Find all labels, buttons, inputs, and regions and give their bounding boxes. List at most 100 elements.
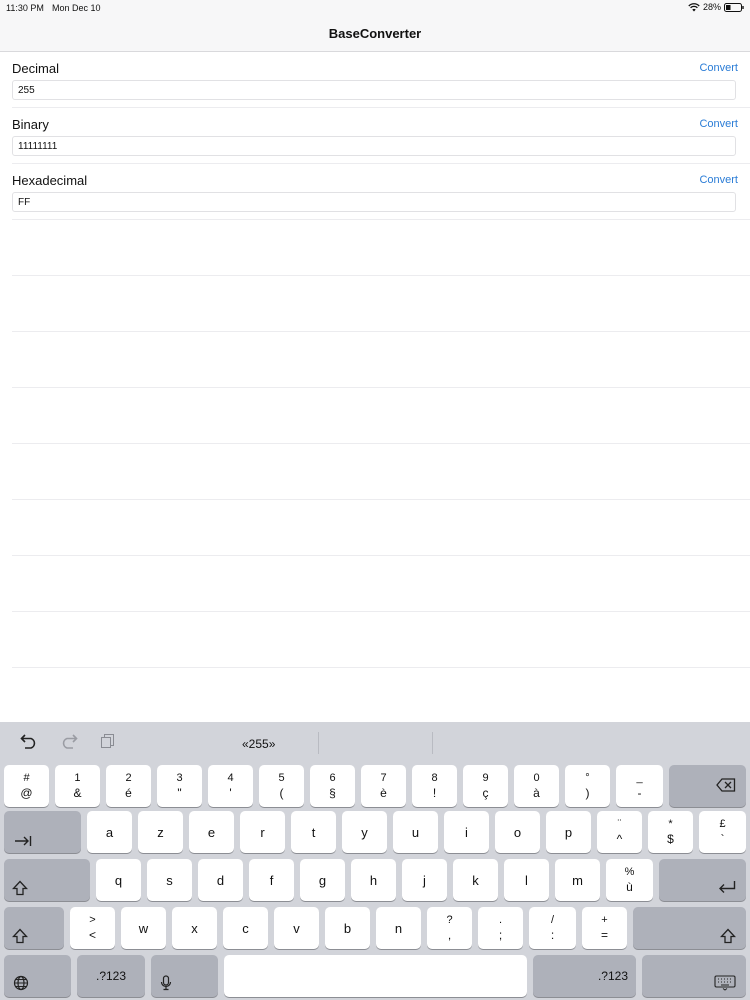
- numbers-key-left[interactable]: .?123: [77, 955, 145, 997]
- paste-icon[interactable]: [100, 733, 116, 754]
- key[interactable]: i: [444, 811, 489, 853]
- key[interactable]: t: [291, 811, 336, 853]
- key[interactable]: 6 §: [310, 765, 355, 807]
- shift-key-left-bottom[interactable]: [4, 907, 64, 949]
- key[interactable]: .;: [478, 907, 523, 949]
- key[interactable]: v: [274, 907, 319, 949]
- status-time: 11:30 PM: [6, 3, 44, 13]
- dictation-key[interactable]: [151, 955, 218, 997]
- key[interactable]: 7è: [361, 765, 406, 807]
- hide-keyboard-key[interactable]: [642, 955, 746, 997]
- empty-row-separator: [12, 331, 750, 332]
- suggestion-divider: [318, 732, 319, 754]
- key[interactable]: 2é: [106, 765, 151, 807]
- key[interactable]: j: [402, 859, 447, 901]
- key[interactable]: 8!: [412, 765, 457, 807]
- wifi-icon: [688, 2, 700, 12]
- key[interactable]: 1 &: [55, 765, 100, 807]
- undo-icon[interactable]: [20, 733, 38, 754]
- shift-icon: [12, 928, 28, 944]
- key[interactable]: 3 ": [157, 765, 202, 807]
- key[interactable]: w: [121, 907, 166, 949]
- decimal-convert-button[interactable]: Convert: [699, 62, 738, 74]
- key[interactable]: h: [351, 859, 396, 901]
- key[interactable]: 4 ': [208, 765, 253, 807]
- key[interactable]: q: [96, 859, 141, 901]
- key[interactable]: /:: [529, 907, 576, 949]
- converter-list: Decimal Convert Binary Convert Hexadecim…: [0, 52, 750, 722]
- tab-key[interactable]: [4, 811, 81, 853]
- tab-icon: [14, 835, 32, 847]
- keyboard: «255» # @ 1 & 2é 3 " 4 ' 5( 6 § 7è 8! 9ç 0à °…: [0, 722, 750, 1000]
- key[interactable]: 5(: [259, 765, 304, 807]
- keyboard-shortcut-bar: «255»: [0, 722, 750, 762]
- key[interactable]: l: [504, 859, 549, 901]
- space-key[interactable]: [224, 955, 527, 997]
- shift-icon: [720, 928, 736, 944]
- hexadecimal-label: Hexadecimal: [12, 173, 88, 188]
- binary-row: Binary Convert: [0, 108, 750, 164]
- backspace-key[interactable]: [669, 765, 746, 807]
- status-right: 28%: [688, 2, 744, 12]
- backspace-icon: [716, 778, 736, 792]
- key[interactable]: u: [393, 811, 438, 853]
- decimal-input[interactable]: [12, 80, 736, 100]
- suggestion-divider: [432, 732, 433, 754]
- microphone-icon: [160, 975, 172, 991]
- key[interactable]: * $: [648, 811, 693, 853]
- key[interactable]: k: [453, 859, 498, 901]
- key[interactable]: e: [189, 811, 234, 853]
- shift-key-left[interactable]: [4, 859, 90, 901]
- key[interactable]: x: [172, 907, 217, 949]
- key[interactable]: z: [138, 811, 183, 853]
- redo-icon[interactable]: [60, 733, 78, 754]
- key[interactable]: a: [87, 811, 132, 853]
- hexadecimal-input[interactable]: [12, 192, 736, 212]
- hexadecimal-row: Hexadecimal Convert: [0, 164, 750, 220]
- key[interactable]: g: [300, 859, 345, 901]
- hexadecimal-convert-button[interactable]: Convert: [699, 174, 738, 186]
- empty-row-separator: [12, 275, 750, 276]
- key[interactable]: _ -: [616, 765, 663, 807]
- shift-icon: [12, 880, 28, 896]
- key[interactable]: ¨ ^: [597, 811, 642, 853]
- page-title: BaseConverter: [328, 26, 422, 41]
- battery-icon: [724, 2, 744, 12]
- empty-row-separator: [12, 667, 750, 668]
- key[interactable]: m: [555, 859, 600, 901]
- empty-row-separator: [12, 499, 750, 500]
- globe-icon: [13, 975, 29, 991]
- globe-key[interactable]: [4, 955, 71, 997]
- binary-input[interactable]: [12, 136, 736, 156]
- key[interactable]: ?,: [427, 907, 472, 949]
- key[interactable]: f: [249, 859, 294, 901]
- binary-convert-button[interactable]: Convert: [699, 118, 738, 130]
- decimal-label: Decimal: [12, 61, 59, 76]
- key[interactable]: £ `: [699, 811, 746, 853]
- shift-key-right[interactable]: [633, 907, 746, 949]
- empty-row-separator: [12, 555, 750, 556]
- key[interactable]: p: [546, 811, 591, 853]
- status-date: Mon Dec 10: [52, 3, 101, 13]
- binary-label: Binary: [12, 117, 49, 132]
- key[interactable]: 9ç: [463, 765, 508, 807]
- key[interactable]: d: [198, 859, 243, 901]
- return-key[interactable]: [659, 859, 746, 901]
- key[interactable]: s: [147, 859, 192, 901]
- key[interactable]: # @: [4, 765, 49, 807]
- key[interactable]: o: [495, 811, 540, 853]
- key[interactable]: 0à: [514, 765, 559, 807]
- key[interactable]: r: [240, 811, 285, 853]
- key[interactable]: y: [342, 811, 387, 853]
- key[interactable]: > <: [70, 907, 115, 949]
- key[interactable]: % ù: [606, 859, 653, 901]
- row-separator: [12, 219, 750, 220]
- numbers-key-right[interactable]: .?123: [533, 955, 636, 997]
- key[interactable]: b: [325, 907, 370, 949]
- battery-percent: 28%: [702, 2, 721, 12]
- key[interactable]: c: [223, 907, 268, 949]
- key[interactable]: °): [565, 765, 610, 807]
- key[interactable]: n: [376, 907, 421, 949]
- suggestion-item[interactable]: «255»: [242, 737, 275, 751]
- key[interactable]: + =: [582, 907, 627, 949]
